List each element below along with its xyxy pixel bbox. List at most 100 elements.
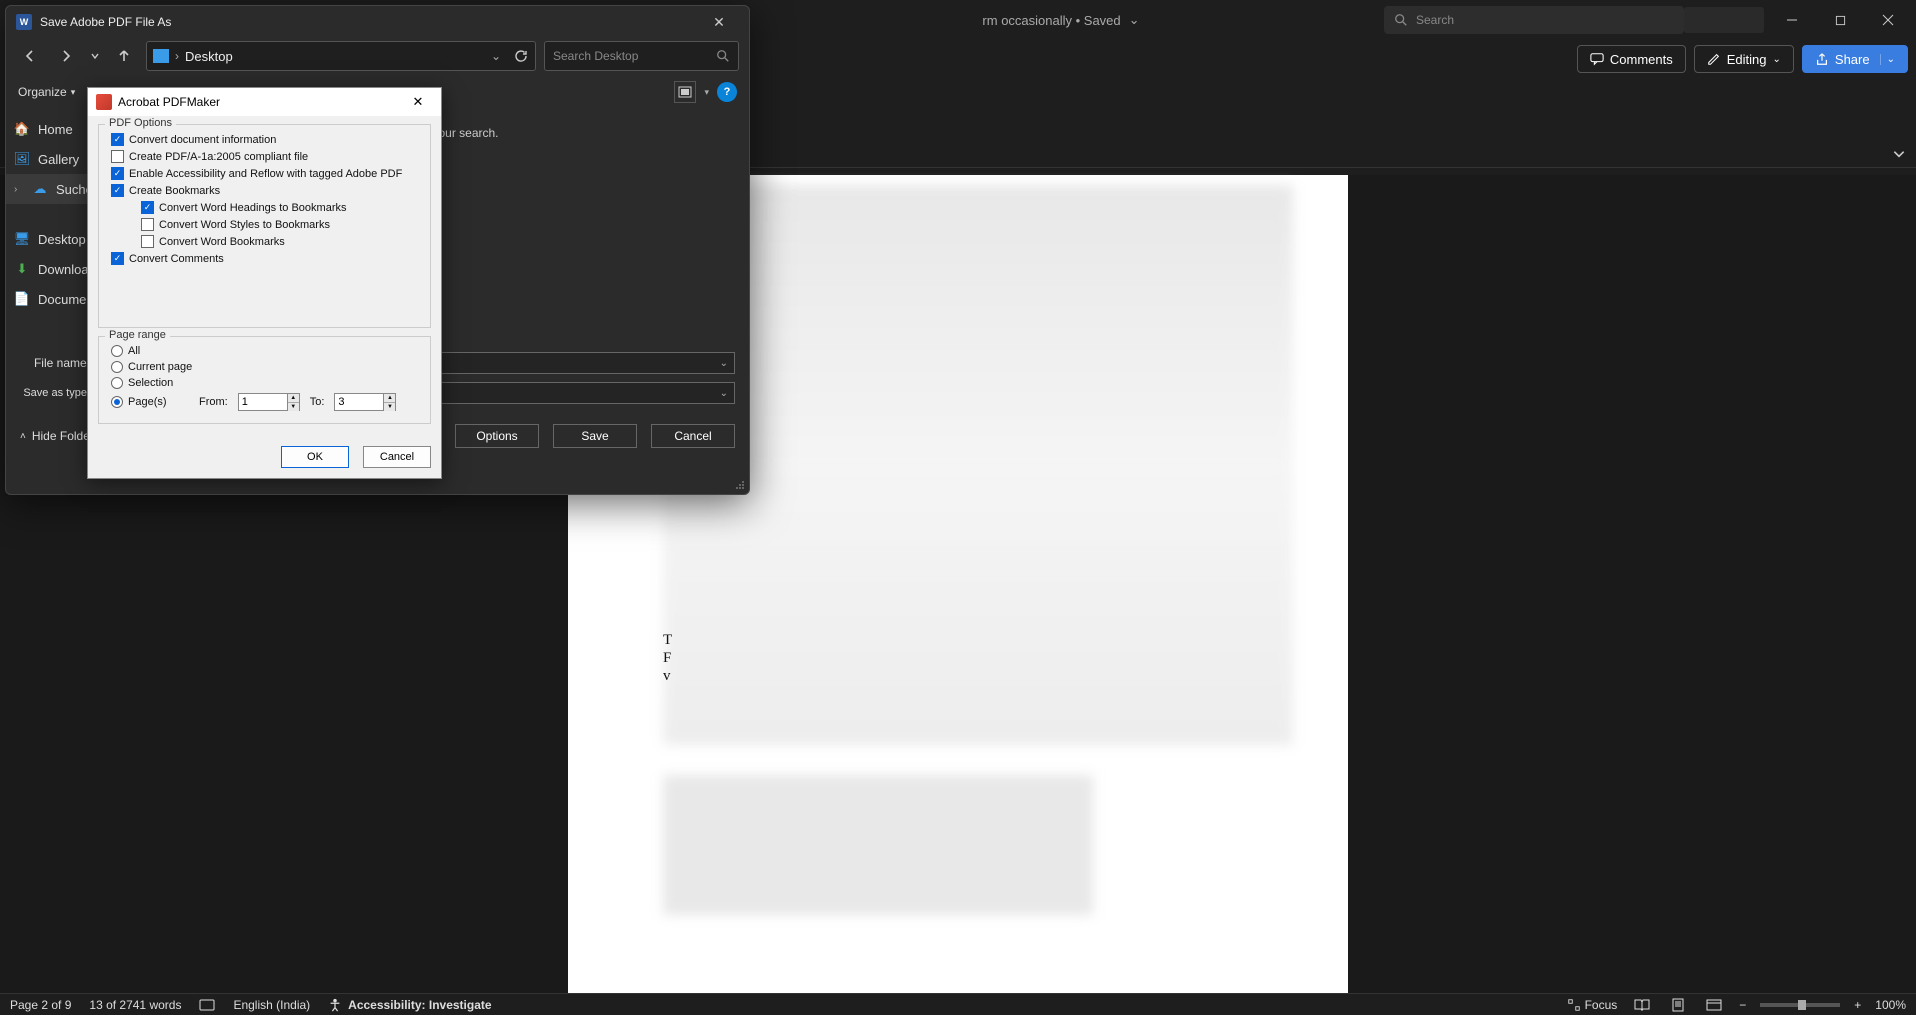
checkbox-icon[interactable] — [141, 235, 154, 248]
cancel-button[interactable]: Cancel — [651, 424, 735, 448]
to-label: To: — [310, 396, 325, 408]
ribbon-collapse-button[interactable] — [1892, 147, 1906, 161]
to-spinner[interactable]: ▲▼ — [334, 393, 396, 411]
comments-button[interactable]: Comments — [1577, 45, 1686, 73]
radio-icon[interactable] — [111, 345, 123, 357]
statusbar: Page 2 of 9 13 of 2741 words English (In… — [0, 993, 1916, 1015]
word-count[interactable]: 13 of 2741 words — [89, 998, 181, 1012]
pdfmaker-close-button[interactable]: ✕ — [403, 94, 433, 110]
focus-button[interactable]: Focus — [1567, 998, 1618, 1012]
resize-grip[interactable] — [733, 478, 745, 490]
spelling-icon[interactable] — [199, 998, 215, 1012]
pdf-options-legend: PDF Options — [105, 117, 176, 129]
desktop-icon — [153, 49, 169, 63]
editing-label: Editing — [1727, 52, 1767, 67]
opt-bookmarks[interactable]: Create Bookmarks — [107, 182, 422, 199]
from-spinner[interactable]: ▲▼ — [238, 393, 300, 411]
chevron-down-icon[interactable]: ⌄ — [720, 358, 728, 369]
titlebar-search[interactable]: Search — [1384, 6, 1684, 34]
cancel-button[interactable]: Cancel — [363, 446, 431, 468]
search-icon — [716, 49, 730, 63]
opt-bookmarks-headings[interactable]: Convert Word Headings to Bookmarks — [107, 199, 422, 216]
language-indicator[interactable]: English (India) — [233, 998, 310, 1012]
close-button[interactable] — [1868, 5, 1908, 35]
autosave-status[interactable]: rm occasionally • Saved — [982, 13, 1120, 28]
recent-dropdown[interactable] — [88, 42, 102, 70]
opt-bookmarks-styles[interactable]: Convert Word Styles to Bookmarks — [107, 216, 422, 233]
opt-pdfa[interactable]: Create PDF/A-1a:2005 compliant file — [107, 148, 422, 165]
view-dropdown[interactable]: ▾ — [704, 87, 709, 98]
accessibility-indicator[interactable]: Accessibility: Investigate — [328, 998, 491, 1012]
save-button[interactable]: Save — [553, 424, 637, 448]
to-input[interactable] — [334, 393, 384, 411]
word-icon: W — [16, 14, 32, 30]
address-bar[interactable]: › Desktop ⌄ — [146, 41, 536, 71]
spin-up[interactable]: ▲ — [288, 394, 299, 403]
saveas-search[interactable]: Search Desktop — [544, 41, 739, 71]
share-dropdown[interactable]: ⌄ — [1880, 54, 1895, 65]
radio-icon[interactable] — [111, 396, 123, 408]
opt-accessibility[interactable]: Enable Accessibility and Reflow with tag… — [107, 165, 422, 182]
path-dropdown[interactable]: ⌄ — [491, 49, 501, 63]
checkbox-icon[interactable] — [111, 252, 124, 265]
page-text-fragment: TFv — [663, 631, 672, 685]
back-button[interactable] — [16, 42, 44, 70]
share-button[interactable]: Share ⌄ — [1802, 45, 1908, 73]
checkbox-icon[interactable] — [141, 218, 154, 231]
checkbox-icon[interactable] — [111, 133, 124, 146]
range-legend: Page range — [105, 329, 170, 341]
print-layout-button[interactable] — [1667, 996, 1689, 1014]
spin-down[interactable]: ▼ — [384, 403, 395, 411]
spin-up[interactable]: ▲ — [384, 394, 395, 403]
editing-mode-button[interactable]: Editing ⌄ — [1694, 45, 1794, 73]
range-pages[interactable]: Page(s) From: ▲▼ To: ▲▼ — [107, 391, 422, 413]
read-mode-button[interactable] — [1631, 996, 1653, 1014]
chevron-down-icon[interactable]: ⌄ — [720, 388, 728, 399]
ok-button[interactable]: OK — [281, 446, 349, 468]
pdfmaker-title: Acrobat PDFMaker — [118, 95, 220, 109]
maximize-button[interactable] — [1820, 5, 1860, 35]
web-layout-button[interactable] — [1703, 996, 1725, 1014]
zoom-out-button[interactable]: − — [1739, 998, 1746, 1012]
range-selection[interactable]: Selection — [107, 375, 422, 391]
document-icon: 📄 — [14, 292, 30, 306]
from-input[interactable] — [238, 393, 288, 411]
opt-convert-comments[interactable]: Convert Comments — [107, 250, 422, 267]
radio-icon[interactable] — [111, 361, 123, 373]
spin-down[interactable]: ▼ — [288, 403, 299, 411]
user-avatar[interactable] — [1684, 7, 1764, 33]
search-placeholder: Search Desktop — [553, 49, 716, 63]
opt-convert-doc-info[interactable]: Convert document information — [107, 131, 422, 148]
chevron-right-icon[interactable]: › — [14, 184, 24, 195]
minimize-button[interactable] — [1772, 5, 1812, 35]
range-current[interactable]: Current page — [107, 359, 422, 375]
checkbox-icon[interactable] — [111, 184, 124, 197]
share-icon — [1815, 52, 1829, 66]
opt-bookmarks-word[interactable]: Convert Word Bookmarks — [107, 233, 422, 250]
view-mode-button[interactable] — [674, 81, 696, 103]
refresh-button[interactable] — [513, 48, 529, 64]
page-content-blur2 — [663, 775, 1093, 915]
checkbox-icon[interactable] — [141, 201, 154, 214]
page-indicator[interactable]: Page 2 of 9 — [10, 998, 71, 1012]
zoom-slider[interactable] — [1760, 1003, 1840, 1007]
options-button[interactable]: Options — [455, 424, 539, 448]
share-label: Share — [1835, 52, 1870, 67]
saveas-close-button[interactable]: ✕ — [699, 14, 739, 31]
up-button[interactable] — [110, 42, 138, 70]
saveas-title: Save Adobe PDF File As — [40, 15, 171, 29]
comments-label: Comments — [1610, 52, 1673, 67]
checkbox-icon[interactable] — [111, 150, 124, 163]
organize-menu[interactable]: Organize ▾ — [18, 85, 75, 99]
range-all[interactable]: All — [107, 343, 422, 359]
radio-icon[interactable] — [111, 377, 123, 389]
zoom-level[interactable]: 100% — [1875, 998, 1906, 1012]
forward-button[interactable] — [52, 42, 80, 70]
help-button[interactable]: ? — [717, 82, 737, 102]
chevron-up-icon: ˄ — [20, 431, 26, 442]
zoom-in-button[interactable]: + — [1854, 998, 1861, 1012]
chevron-down-icon[interactable]: ⌄ — [1129, 12, 1140, 28]
titlebar-doc-info: rm occasionally • Saved ⌄ — [758, 12, 1364, 28]
checkbox-icon[interactable] — [111, 167, 124, 180]
path-segment[interactable]: Desktop — [185, 49, 233, 64]
